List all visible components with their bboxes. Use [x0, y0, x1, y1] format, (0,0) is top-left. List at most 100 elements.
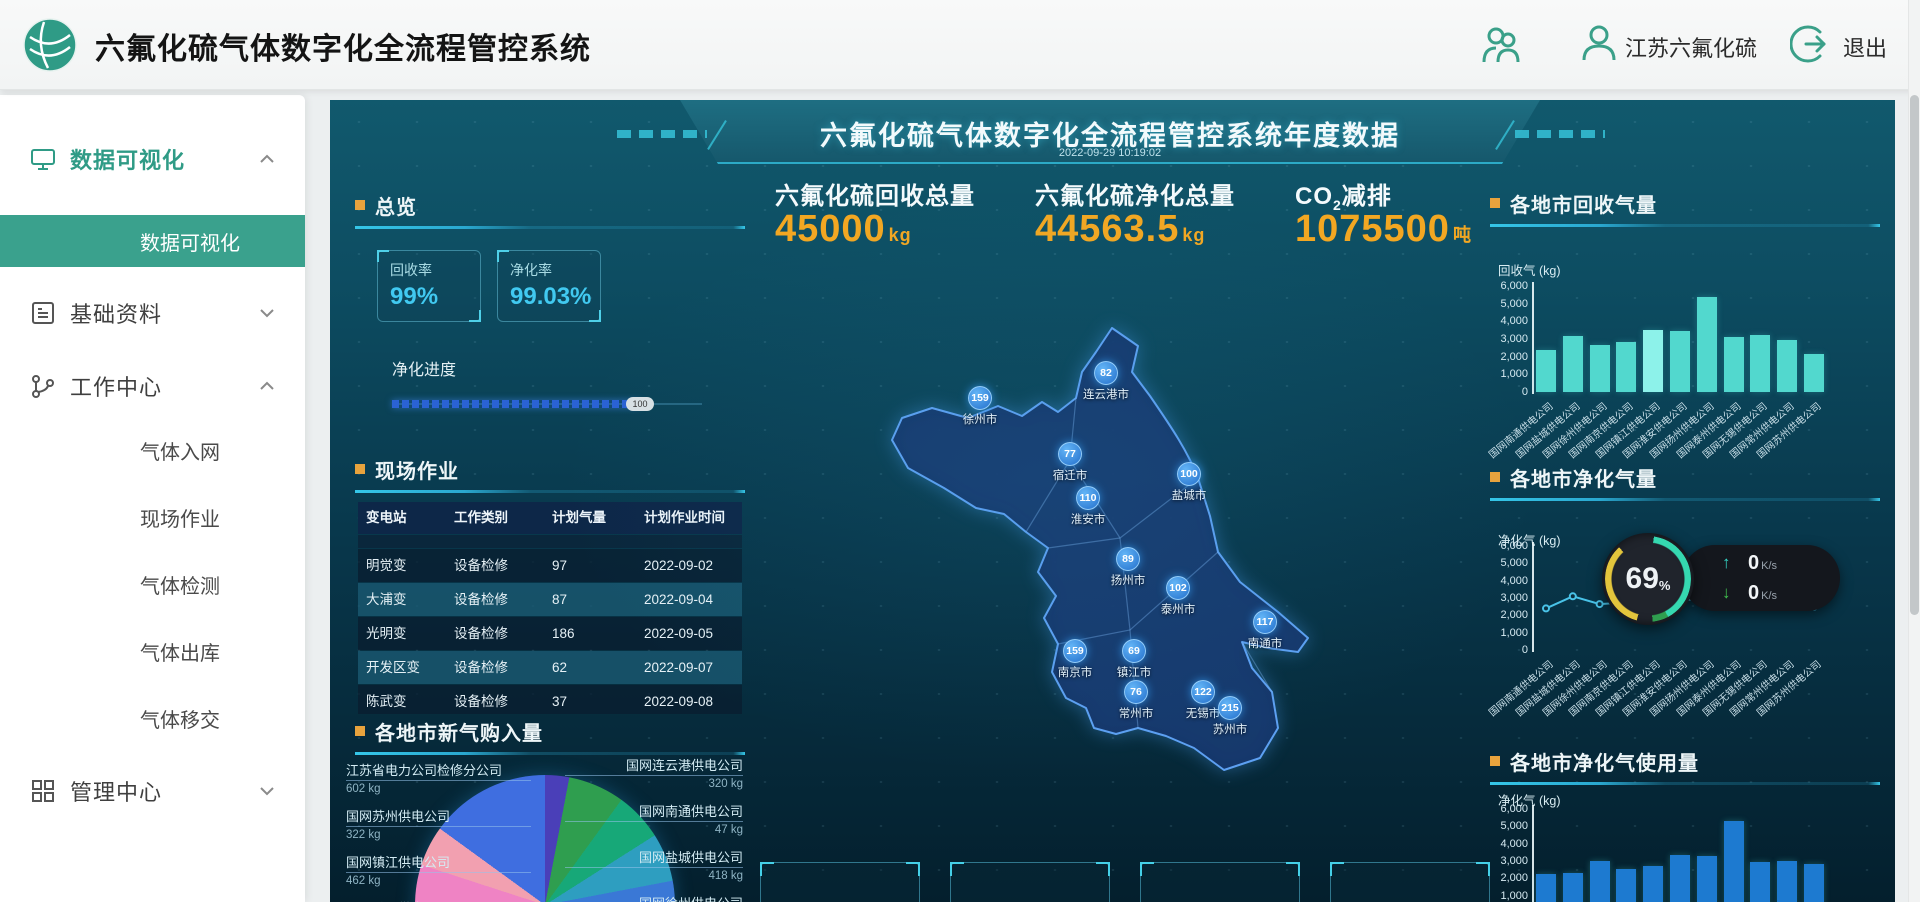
- upload-arrow-icon: ↑: [1722, 553, 1748, 573]
- map-city-label: 扬州市: [1111, 572, 1146, 588]
- table-cell: 光明变: [358, 617, 454, 650]
- purify-rate-card: 净化率 99.03%: [497, 250, 601, 322]
- pie-label-value: 322 kg: [346, 829, 531, 841]
- section-bullet: [355, 200, 365, 210]
- map-city-label: 泰州市: [1161, 601, 1196, 617]
- pie-label: 国网南通供电公司47 kg: [565, 801, 743, 836]
- recycle-rate-card: 回收率 99%: [377, 250, 481, 322]
- section-bullet: [1490, 472, 1500, 482]
- column-header: 计划作业时间: [644, 502, 742, 534]
- page-scrollbar[interactable]: [1908, 0, 1920, 902]
- sidebar-subitem-field-operations[interactable]: 现场作业: [0, 494, 305, 540]
- pie-label-name: 国网盐城供电公司: [565, 847, 743, 868]
- sidebar-subitem-gas-testing[interactable]: 气体检测: [0, 561, 305, 607]
- user-avatar-icon[interactable]: [1578, 22, 1620, 64]
- purify-total-value: 44563.5kg: [1035, 208, 1205, 251]
- table-cell: 明觉变: [358, 549, 454, 582]
- network-speed-widget[interactable]: ↑ 0 K/s ↓ 0 K/s: [1682, 545, 1840, 611]
- sidebar-subitem-label: 气体移交: [140, 704, 220, 733]
- map-city-bubble: 122: [1191, 680, 1215, 704]
- map-city-label: 淮安市: [1071, 511, 1106, 527]
- map-city-label: 南京市: [1058, 664, 1093, 680]
- pie-label: 国网连云港供电公司320 kg: [565, 755, 743, 790]
- bar: [1804, 864, 1824, 902]
- scrollbar-thumb[interactable]: [1910, 95, 1919, 615]
- section-underline: [355, 226, 745, 229]
- section-new-gas-purchase: 各地市新气购入量: [355, 720, 745, 760]
- section-title: 各地市净化气使用量: [1510, 747, 1699, 776]
- app-header: 六氟化硫气体数字化全流程管控系统 江苏六氟化硫 退出: [0, 0, 1920, 90]
- table-cell: 设备检修: [454, 651, 552, 684]
- section-title: 总览: [375, 191, 417, 220]
- recycle-total-value: 45000kg: [775, 208, 912, 251]
- download-speed-unit: K/s: [1761, 590, 1777, 602]
- bar: [1724, 821, 1744, 902]
- pie-label: 国网镇江供电公司462 kg: [346, 852, 531, 887]
- bar: [1643, 866, 1663, 902]
- map-city-bubble: 215: [1218, 696, 1242, 720]
- section-field-operations: 现场作业: [355, 458, 745, 498]
- map-city-bubble: 89: [1116, 547, 1140, 571]
- y-axis-tick: 6,000: [1490, 803, 1528, 815]
- y-axis-title: 回收气 (kg): [1498, 260, 1561, 279]
- sidebar-subitem-gas-outbound[interactable]: 气体出库: [0, 628, 305, 674]
- sidebar-item-data-visualization[interactable]: 数据可视化: [0, 133, 305, 185]
- sidebar-subitem-label: 现场作业: [140, 503, 220, 532]
- sidebar-item-work-center[interactable]: 工作中心: [0, 360, 305, 412]
- sidebar-subitem-gas-network-entry[interactable]: 气体入网: [0, 427, 305, 473]
- bar: [1670, 855, 1690, 902]
- pie-label-value: 320 kg: [565, 778, 743, 790]
- table-body: 明觉变设备检修972022-09-02大浦变设备检修872022-09-04光明…: [358, 549, 742, 714]
- stat-frame: [1140, 862, 1300, 902]
- user-name[interactable]: 江苏六氟化硫: [1625, 31, 1757, 63]
- purify-total-title: 六氟化硫净化总量: [1035, 176, 1235, 211]
- recycle-rate-label: 回收率: [390, 260, 432, 280]
- map-city-bubble: 102: [1166, 576, 1190, 600]
- map-city-bubble: 76: [1124, 680, 1148, 704]
- map-city-label: 连云港市: [1083, 386, 1129, 402]
- bar: [1563, 336, 1583, 392]
- map-city-bubble: 82: [1094, 361, 1118, 385]
- map-city-bubble: 69: [1122, 639, 1146, 663]
- column-header: 变电站: [358, 502, 454, 534]
- pie-label-value: 462 kg: [346, 875, 531, 887]
- table-cell: 37: [552, 685, 644, 714]
- users-icon[interactable]: [1478, 22, 1524, 68]
- bar: [1777, 340, 1797, 392]
- table-cell: 62: [552, 651, 644, 684]
- pie-labels-right: 国网连云港供电公司320 kg 国网南通供电公司47 kg 国网盐城供电公司418 …: [565, 755, 743, 902]
- map-city-bubble: 159: [968, 386, 992, 410]
- sidebar-subitem-gas-transfer[interactable]: 气体移交: [0, 695, 305, 741]
- map-city-label: 无锡市: [1186, 705, 1221, 721]
- table-cell: 87: [552, 583, 644, 616]
- sidebar-subitem-label: 气体检测: [140, 570, 220, 599]
- sidebar-item-label: 基础资料: [70, 297, 162, 329]
- map-city-label: 徐州市: [963, 411, 998, 427]
- upload-speed-value: 0: [1748, 552, 1759, 575]
- table-row: 明觉变设备检修972022-09-02: [358, 549, 742, 582]
- sidebar-item-basic-data[interactable]: 基础资料: [0, 287, 305, 339]
- purify-usage-bar-chart: 净化气 (kg) 01,0002,0003,0004,0005,0006,000…: [1490, 788, 1895, 902]
- purify-rate-value: 99.03%: [510, 283, 591, 311]
- bar: [1536, 874, 1556, 902]
- app-logo-icon: [22, 17, 78, 73]
- chevron-up-icon: [259, 154, 275, 164]
- grid-icon: [30, 778, 56, 804]
- map-city-label: 常州市: [1119, 705, 1154, 721]
- pie-label: 国网盐城供电公司418 kg: [565, 847, 743, 882]
- logout-icon[interactable]: [1790, 24, 1830, 64]
- sidebar-subitem-data-visualization[interactable]: 数据可视化: [0, 215, 305, 267]
- sidebar-item-management-center[interactable]: 管理中心: [0, 765, 305, 817]
- y-axis-tick: 0: [1490, 386, 1528, 398]
- percentage-gauge[interactable]: 69 %: [1602, 533, 1694, 625]
- sidebar-subitem-label: 气体入网: [140, 436, 220, 465]
- recycle-total-title: 六氟化硫回收总量: [775, 176, 975, 211]
- purify-progress-label: 净化进度: [392, 356, 456, 380]
- table-row: 开发区变设备检修622022-09-07: [358, 651, 742, 684]
- logout-button[interactable]: 退出: [1843, 31, 1887, 63]
- monitor-icon: [30, 146, 56, 172]
- progress-badge: 100: [626, 397, 654, 411]
- bar: [1590, 345, 1610, 392]
- section-bullet: [355, 726, 365, 736]
- sidebar-subitem-label: 数据可视化: [140, 227, 240, 256]
